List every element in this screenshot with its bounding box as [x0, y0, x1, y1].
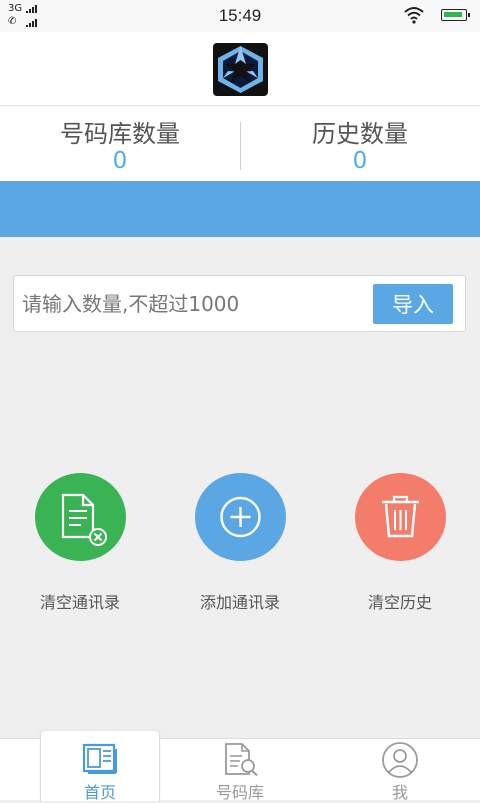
history-count-value: 0 — [352, 148, 368, 174]
nav-item-home[interactable]: 首页 — [40, 731, 160, 802]
clear-history-label: 清空历史 — [367, 593, 432, 612]
library-count-label: 号码库数量 — [60, 120, 180, 148]
history-count-stat: 历史数量 0 — [240, 106, 480, 181]
wifi-icon — [404, 7, 424, 24]
battery-icon — [441, 9, 470, 21]
nav-label-number-library: 号码库 — [215, 783, 264, 802]
trash-icon — [354, 473, 446, 561]
status-bar: 3G ✆ 15:49 — [0, 0, 480, 32]
stats-panel: 号码库数量 0 历史数量 0 — [0, 106, 480, 181]
nav-item-number-library[interactable]: 号码库 — [180, 739, 300, 802]
clear-contacts-icon — [34, 473, 126, 561]
add-contacts-label: 添加通讯录 — [199, 593, 280, 612]
home-icon — [82, 743, 117, 774]
number-library-icon — [225, 743, 258, 777]
clear-history-button[interactable]: 清空历史 — [340, 473, 460, 613]
library-count-stat: 号码库数量 0 — [0, 106, 240, 181]
profile-icon — [382, 742, 418, 778]
clear-contacts-button[interactable]: 清空通讯录 — [20, 473, 140, 613]
app-header — [0, 32, 480, 106]
library-count-value: 0 — [112, 148, 128, 174]
nav-label-home: 首页 — [83, 783, 116, 802]
banner — [0, 181, 480, 237]
add-contacts-button[interactable]: 添加通讯录 — [180, 473, 300, 613]
nav-item-me[interactable]: 我 — [340, 739, 460, 802]
history-count-label: 历史数量 — [312, 120, 408, 148]
quantity-input[interactable] — [22, 286, 362, 322]
clear-contacts-label: 清空通讯录 — [39, 593, 120, 612]
bottom-nav: 首页 号码库 我 — [0, 731, 480, 802]
add-icon — [194, 473, 286, 561]
import-panel: 导入 — [13, 275, 466, 332]
nav-label-me: 我 — [391, 783, 408, 802]
import-button[interactable]: 导入 — [373, 284, 453, 324]
app-logo — [213, 43, 268, 96]
